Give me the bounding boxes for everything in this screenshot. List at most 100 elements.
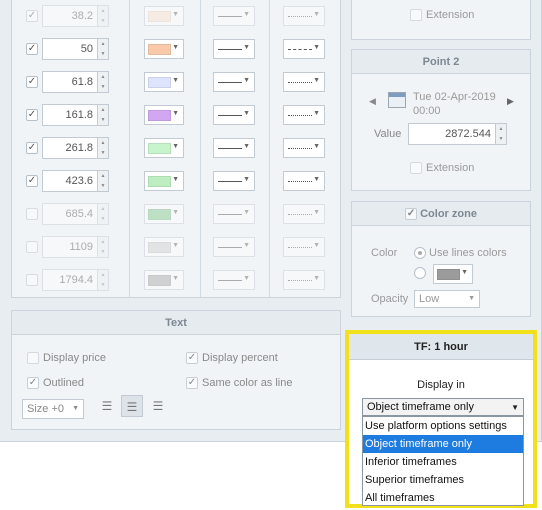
- color-zone-checkbox[interactable]: ✓: [405, 208, 418, 221]
- level-color-select[interactable]: ▼: [144, 138, 184, 158]
- display-percent-checkbox[interactable]: ✓: [186, 352, 198, 364]
- point2-date[interactable]: Tue 02-Apr-2019: [413, 91, 496, 104]
- level-value-stepper[interactable]: ▲ ▼: [97, 170, 109, 192]
- level-color-select[interactable]: ▼: [144, 171, 184, 191]
- display-in-option[interactable]: All timeframes: [363, 489, 523, 507]
- level-value-input[interactable]: 1794.4: [42, 269, 98, 291]
- same-color-checkbox[interactable]: ✓: [186, 377, 198, 389]
- chevron-down-icon: ▼: [468, 295, 475, 302]
- align-center-icon[interactable]: ☰: [121, 395, 143, 417]
- level-value-stepper[interactable]: ▲ ▼: [97, 137, 109, 159]
- align-left-icon[interactable]: ☰: [96, 395, 118, 417]
- level-value-input[interactable]: 423.6: [42, 170, 98, 192]
- level-checkbox[interactable]: ✓: [26, 109, 38, 121]
- level-line-style-select[interactable]: ▼: [213, 39, 255, 59]
- level-line-style-select[interactable]: ▼: [213, 138, 255, 158]
- level-line-type-select[interactable]: ▼: [283, 39, 325, 59]
- level-value-input[interactable]: 161.8: [42, 104, 98, 126]
- extension-checkbox-top[interactable]: [410, 9, 422, 21]
- level-checkbox[interactable]: [26, 274, 38, 286]
- level-checkbox[interactable]: ✓: [26, 175, 38, 187]
- level-line-type-select[interactable]: ▼: [283, 270, 325, 290]
- level-color-select[interactable]: ▼: [144, 270, 184, 290]
- level-value-stepper[interactable]: ▲ ▼: [97, 38, 109, 60]
- chevron-down-icon: ▼: [172, 44, 179, 51]
- level-color-swatch: [148, 143, 171, 154]
- levels-panel: ✓ 38.2 ▲ ▼ ▼ ▼ ▼ ✓ 50 ▲ ▼ ▼ ▼ ▼ ✓ 61.8 ▲ ▼ ▼ ▼ ▼ ✓ 161.8 ▲ ▼ ▼ ▼ ▼ ✓…: [11, 0, 341, 298]
- level-color-select[interactable]: ▼: [144, 39, 184, 59]
- display-in-option[interactable]: Use platform options settings: [363, 417, 523, 435]
- level-color-swatch: [148, 176, 171, 187]
- chevron-down-icon: ▼: [243, 143, 250, 150]
- level-line-style-select[interactable]: ▼: [213, 72, 255, 92]
- level-line-type-select[interactable]: ▼: [283, 138, 325, 158]
- extension-checkbox[interactable]: [410, 162, 422, 174]
- level-color-select[interactable]: ▼: [144, 204, 184, 224]
- chevron-down-icon: ▼: [172, 110, 179, 117]
- level-value-stepper[interactable]: ▲ ▼: [97, 203, 109, 225]
- level-checkbox[interactable]: ✓: [26, 43, 38, 55]
- level-row: ✓ 38.2 ▲ ▼ ▼ ▼ ▼: [12, 4, 342, 28]
- timeframe-title: TF: 1 hour: [349, 334, 533, 360]
- chevron-down-icon: ▼: [172, 77, 179, 84]
- level-line-type-select[interactable]: ▼: [283, 204, 325, 224]
- level-line-type-select[interactable]: ▼: [283, 237, 325, 257]
- point2-value-input[interactable]: 2872.544: [408, 123, 496, 145]
- next-arrow-icon[interactable]: ▶: [507, 96, 514, 107]
- align-right-icon[interactable]: ☰: [147, 395, 169, 417]
- level-value-stepper[interactable]: ▲ ▼: [97, 71, 109, 93]
- level-checkbox[interactable]: ✓: [26, 10, 38, 22]
- calendar-icon[interactable]: [388, 92, 406, 108]
- level-value-stepper[interactable]: ▲ ▼: [97, 269, 109, 291]
- display-in-option[interactable]: Superior timeframes: [363, 471, 523, 489]
- line-type-icon: [288, 148, 312, 149]
- level-value-input[interactable]: 261.8: [42, 137, 98, 159]
- level-value-input[interactable]: 38.2: [42, 5, 98, 27]
- opacity-value: Low: [419, 293, 440, 305]
- prev-arrow-icon[interactable]: ◀: [369, 96, 376, 107]
- color-label: Color: [371, 247, 398, 259]
- level-line-style-select[interactable]: ▼: [213, 270, 255, 290]
- level-line-type-select[interactable]: ▼: [283, 171, 325, 191]
- display-in-option[interactable]: Inferior timeframes: [363, 453, 523, 471]
- level-value-input[interactable]: 50: [42, 38, 98, 60]
- level-value-stepper[interactable]: ▲ ▼: [97, 5, 109, 27]
- level-checkbox[interactable]: ✓: [26, 76, 38, 88]
- line-type-icon: [288, 49, 312, 50]
- level-checkbox[interactable]: ✓: [26, 142, 38, 154]
- level-value-stepper[interactable]: ▲ ▼: [97, 236, 109, 258]
- use-lines-colors-radio[interactable]: [414, 247, 426, 259]
- level-color-select[interactable]: ▼: [144, 6, 184, 26]
- point2-value-stepper[interactable]: ▲ ▼: [495, 123, 507, 145]
- point2-time[interactable]: 00:00: [413, 105, 441, 117]
- level-checkbox[interactable]: [26, 241, 38, 253]
- level-row: 1794.4 ▲ ▼ ▼ ▼ ▼: [12, 268, 342, 292]
- zone-color-swatch: [437, 269, 460, 280]
- display-in-option[interactable]: Object timeframe only: [363, 435, 523, 453]
- zone-color-select[interactable]: ▼: [433, 264, 473, 284]
- level-line-style-select[interactable]: ▼: [213, 6, 255, 26]
- display-price-label: Display price: [43, 352, 106, 364]
- level-value-input[interactable]: 685.4: [42, 203, 98, 225]
- level-value-input[interactable]: 1109: [42, 236, 98, 258]
- level-color-select[interactable]: ▼: [144, 105, 184, 125]
- outlined-checkbox[interactable]: ✓: [27, 377, 39, 389]
- level-line-style-select[interactable]: ▼: [213, 171, 255, 191]
- opacity-select[interactable]: Low ▼: [414, 290, 480, 308]
- level-checkbox[interactable]: [26, 208, 38, 220]
- level-line-style-select[interactable]: ▼: [213, 237, 255, 257]
- level-line-type-select[interactable]: ▼: [283, 105, 325, 125]
- level-line-style-select[interactable]: ▼: [213, 204, 255, 224]
- level-color-select[interactable]: ▼: [144, 72, 184, 92]
- level-line-style-select[interactable]: ▼: [213, 105, 255, 125]
- font-size-select[interactable]: Size +0 ▼: [22, 399, 84, 419]
- line-style-icon: [218, 148, 242, 149]
- custom-color-radio[interactable]: [414, 267, 426, 279]
- level-value-stepper[interactable]: ▲ ▼: [97, 104, 109, 126]
- display-in-select[interactable]: Object timeframe only ▼: [362, 398, 524, 416]
- level-value-input[interactable]: 61.8: [42, 71, 98, 93]
- level-color-select[interactable]: ▼: [144, 237, 184, 257]
- level-line-type-select[interactable]: ▼: [283, 72, 325, 92]
- level-line-type-select[interactable]: ▼: [283, 6, 325, 26]
- display-price-checkbox[interactable]: [27, 352, 39, 364]
